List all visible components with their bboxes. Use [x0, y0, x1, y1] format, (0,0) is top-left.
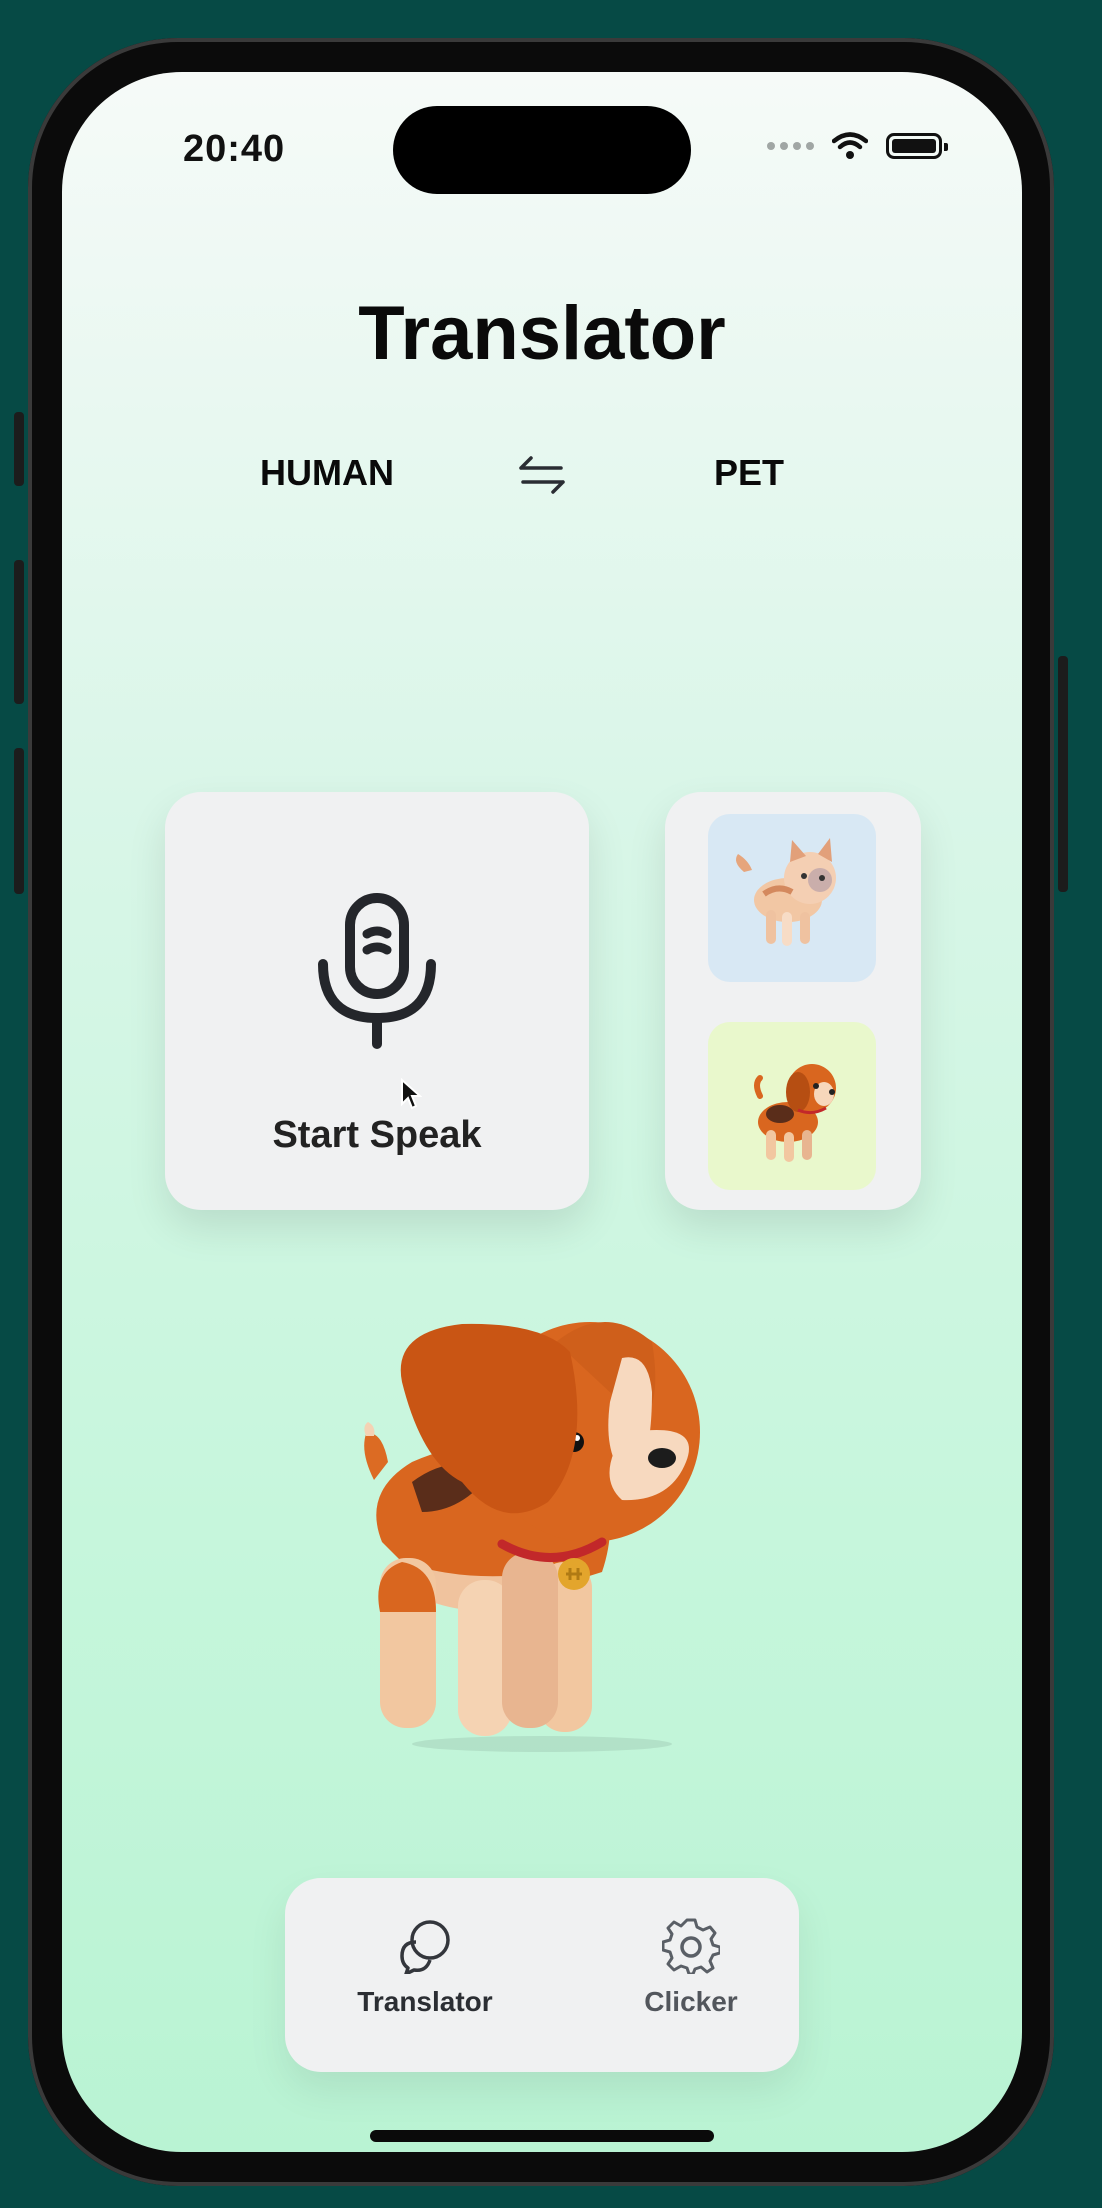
start-speak-button[interactable]: Start Speak — [165, 792, 589, 1210]
chat-bubbles-icon — [400, 1920, 450, 1974]
swap-languages-icon[interactable] — [517, 450, 567, 500]
home-indicator[interactable] — [370, 2130, 714, 2142]
pet-option-dog[interactable] — [708, 1022, 876, 1190]
pet-selector — [665, 792, 921, 1210]
app-screen: 20:40 Translator HUMAN PET Start Speak T… — [62, 72, 1022, 2152]
pet-option-cat[interactable] — [708, 814, 876, 982]
dog-mascot-image — [364, 1322, 700, 1752]
page-title: Translator — [358, 291, 726, 376]
side-button-mute — [14, 412, 24, 486]
side-button-volume-up — [14, 560, 24, 704]
dog-image — [754, 1064, 836, 1162]
dynamic-island — [393, 106, 691, 194]
microphone-icon — [318, 893, 436, 1049]
mouse-cursor-icon — [401, 1078, 422, 1110]
side-button-power — [1058, 656, 1068, 892]
status-indicators — [767, 132, 948, 160]
tab-translator[interactable]: Translator — [325, 1916, 525, 2018]
gear-icon — [662, 1918, 720, 1974]
tab-clicker[interactable]: Clicker — [591, 1916, 791, 2018]
cellular-signal-icon — [767, 142, 814, 150]
wifi-icon — [832, 132, 868, 159]
target-language[interactable]: PET — [714, 452, 784, 494]
side-button-volume-down — [14, 748, 24, 894]
status-time: 20:40 — [183, 128, 286, 170]
tab-translator-label: Translator — [357, 1986, 493, 2017]
source-language[interactable]: HUMAN — [260, 452, 394, 494]
start-speak-label: Start Speak — [272, 1114, 482, 1156]
tab-clicker-label: Clicker — [644, 1986, 738, 2017]
battery-icon — [886, 133, 948, 159]
tab-bar: Translator Clicker — [285, 1878, 799, 2072]
cat-image — [736, 838, 836, 946]
